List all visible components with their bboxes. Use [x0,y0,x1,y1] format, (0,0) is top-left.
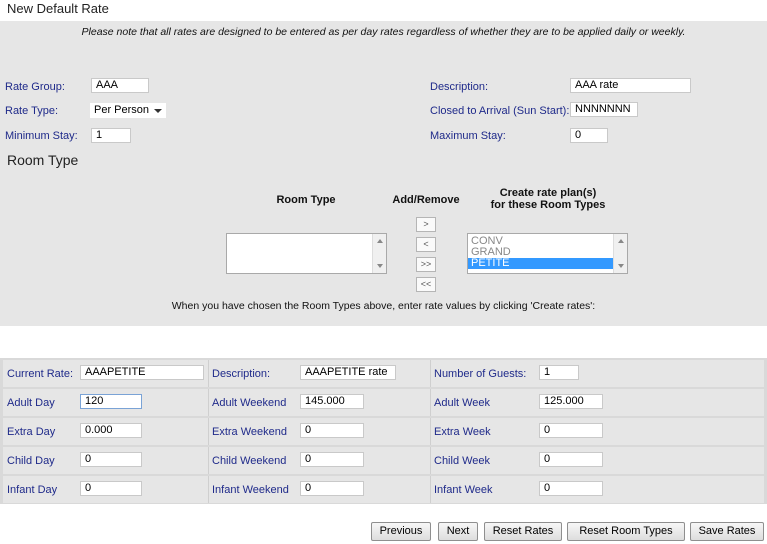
rate-type-label: Rate Type: [5,105,58,117]
rate-row-label: Adult Day [7,397,55,409]
description-input[interactable]: AAA rate [570,78,691,93]
create-rate-plans-header-line1: Create rate plan(s) [499,187,597,199]
maximum-stay-input[interactable]: 0 [570,128,608,143]
list-scrollbar[interactable] [613,234,627,273]
room-type-column-header: Room Type [276,194,336,206]
scroll-up-icon [377,239,383,243]
rate-row-label: Extra Day [7,426,56,438]
rate-group-label: Rate Group: [5,81,65,93]
description-label: Description: [430,81,489,93]
number-of-guests-label: Number of Guests: [434,368,527,380]
rate-description-input[interactable]: AAAPETITE rate [300,365,396,380]
closed-to-arrival-input[interactable]: NNNNNNN [570,102,638,117]
rate-row-label: Infant Day [7,484,58,496]
table-row: Infant Day 0 Infant Weekend 0 Infant Wee… [3,476,764,503]
create-rates-instruction: When you have chosen the Room Types abov… [171,300,596,312]
rate-row-label: Child Week [434,455,491,467]
scroll-down-icon [377,264,383,268]
table-row: Adult Day 120 Adult Weekend 145.000 Adul… [3,389,764,416]
current-rate-input[interactable]: AAAPETITE [80,365,204,380]
available-room-types-list[interactable] [226,233,387,274]
remove-room-type-button[interactable]: < [416,237,436,252]
selected-room-types-list[interactable]: CONV GRAND PETITE [467,233,628,274]
column-divider [208,418,209,445]
extra-week-input[interactable]: 0 [539,423,603,438]
room-type-section-title: Room Type [7,152,79,168]
table-row: Extra Day 0.000 Extra Weekend 0 Extra We… [3,418,764,445]
maximum-stay-label: Maximum Stay: [430,130,506,142]
create-rate-plans-header: Create rate plan(s) for these Room Types [478,187,618,211]
infant-weekend-input[interactable]: 0 [300,481,364,496]
scroll-up-icon [618,239,624,243]
page-title: New Default Rate [7,1,109,16]
reset-rates-button[interactable]: Reset Rates [484,522,562,541]
rate-row-label: Child Weekend [212,455,287,467]
create-rate-plans-header-line2: for these Room Types [490,199,606,211]
child-week-input[interactable]: 0 [539,452,603,467]
rate-row-label: Adult Weekend [212,397,287,409]
child-day-input[interactable]: 0 [80,452,142,467]
extra-day-input[interactable]: 0.000 [80,423,142,438]
reset-room-types-button[interactable]: Reset Room Types [567,522,685,541]
add-room-type-button[interactable]: > [416,217,436,232]
rate-row-label: Adult Week [434,397,491,409]
extra-weekend-input[interactable]: 0 [300,423,364,438]
infant-week-input[interactable]: 0 [539,481,603,496]
rate-row-label: Extra Weekend [212,426,288,438]
chevron-down-icon [154,109,162,113]
column-divider [208,360,209,387]
column-divider [430,476,431,503]
rate-settings-panel [0,21,767,326]
column-divider [208,447,209,474]
rate-description-label: Description: [212,368,271,380]
rate-type-select[interactable]: Per Person [89,102,167,119]
add-all-room-types-button[interactable]: >> [416,257,436,272]
minimum-stay-input[interactable]: 1 [91,128,131,143]
minimum-stay-label: Minimum Stay: [5,130,78,142]
rate-row-label: Infant Weekend [212,484,289,496]
rate-row-label: Child Day [7,455,55,467]
scroll-down-icon [618,264,624,268]
list-item-selected[interactable]: PETITE [468,258,613,269]
number-of-guests-input[interactable]: 1 [539,365,579,380]
closed-to-arrival-label: Closed to Arrival (Sun Start): [430,105,570,117]
column-divider [430,360,431,387]
save-rates-button[interactable]: Save Rates [690,522,764,541]
rate-group-input[interactable]: AAA [91,78,149,93]
adult-weekend-input[interactable]: 145.000 [300,394,364,409]
previous-button[interactable]: Previous [371,522,431,541]
add-remove-column-header: Add/Remove [392,194,460,206]
column-divider [430,389,431,416]
column-divider [430,418,431,445]
adult-week-input[interactable]: 125.000 [539,394,603,409]
table-row: Current Rate: AAAPETITE Description: AAA… [3,360,764,387]
list-scrollbar[interactable] [372,234,386,273]
rate-type-selected-value: Per Person [94,104,150,116]
child-weekend-input[interactable]: 0 [300,452,364,467]
column-divider [208,476,209,503]
rate-row-label: Infant Week [434,484,493,496]
infant-day-input[interactable]: 0 [80,481,142,496]
column-divider [430,447,431,474]
current-rate-label: Current Rate: [7,368,74,380]
rate-note: Please note that all rates are designed … [81,26,686,38]
adult-day-input[interactable]: 120 [80,394,142,409]
table-row: Child Day 0 Child Weekend 0 Child Week 0 [3,447,764,474]
next-button[interactable]: Next [438,522,478,541]
column-divider [208,389,209,416]
remove-all-room-types-button[interactable]: << [416,277,436,292]
rate-row-label: Extra Week [434,426,491,438]
